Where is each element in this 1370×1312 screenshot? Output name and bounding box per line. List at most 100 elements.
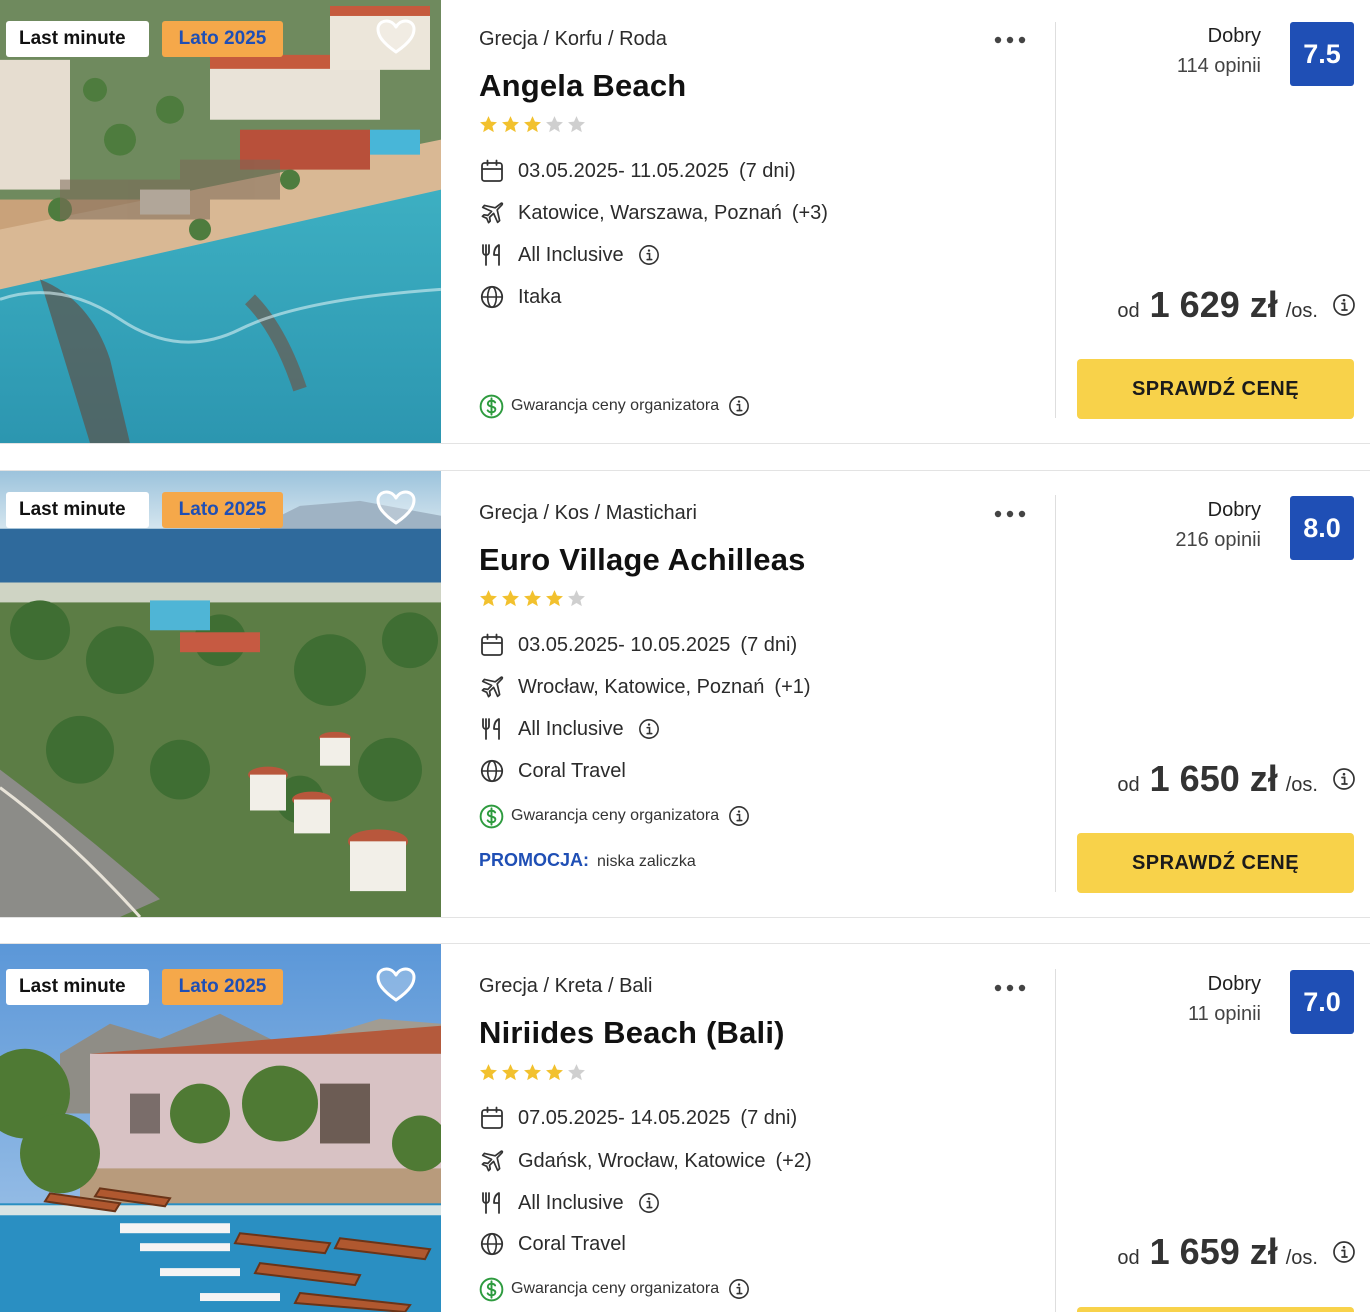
info-icon[interactable] xyxy=(1332,767,1356,791)
breadcrumb: Grecja / Korfu / Roda xyxy=(479,28,667,51)
heart-icon[interactable] xyxy=(376,967,416,1003)
price-amount: 1 659 zł xyxy=(1149,1231,1278,1272)
hotel-name[interactable]: Niriides Beach (Bali) xyxy=(479,1015,785,1051)
departures-more[interactable]: (+3) xyxy=(792,202,828,225)
star-filled-icon xyxy=(501,1063,520,1082)
breadcrumb-region[interactable]: Kos xyxy=(555,502,589,524)
review-rating[interactable]: Dobry 114 opinii 7.5 xyxy=(1104,22,1354,86)
more-options-icon[interactable] xyxy=(993,34,1027,46)
cutlery-icon xyxy=(479,1190,505,1216)
breadcrumb-separator: / xyxy=(543,28,550,50)
breadcrumb-city[interactable]: Mastichari xyxy=(606,502,697,524)
tour-operator: Coral Travel xyxy=(518,1232,626,1255)
hotel-photo[interactable]: Last minute Lato 2025 xyxy=(0,0,441,443)
season-badge: Lato 2025 xyxy=(162,492,283,528)
review-count[interactable]: 11 opinii xyxy=(1188,1003,1261,1026)
star-filled-icon xyxy=(545,1063,564,1082)
check-price-button[interactable] xyxy=(1077,1307,1354,1312)
review-rating[interactable]: Dobry 11 opinii 7.0 xyxy=(1104,970,1354,1034)
rating-label: Dobry xyxy=(1207,973,1261,995)
globe-icon xyxy=(479,1231,505,1257)
star-empty-icon xyxy=(567,1063,586,1082)
star-filled-icon xyxy=(523,1063,542,1082)
hotel-name[interactable]: Euro Village Achilleas xyxy=(479,542,806,578)
hotel-name[interactable]: Angela Beach xyxy=(479,68,686,104)
price-suffix: /os. xyxy=(1285,1247,1318,1269)
price-prefix: od xyxy=(1117,1247,1140,1269)
rating-score: 7.0 xyxy=(1290,970,1354,1034)
breadcrumb-country[interactable]: Grecja xyxy=(479,975,538,997)
price-guarantee: Gwarancja ceny organizatora xyxy=(479,803,750,829)
info-icon[interactable] xyxy=(1332,1240,1356,1264)
info-icon[interactable] xyxy=(728,1278,750,1300)
rating-label: Dobry xyxy=(1207,25,1261,47)
hotel-photo[interactable]: Last minute Lato 2025 xyxy=(0,471,441,917)
review-count[interactable]: 114 opinii xyxy=(1177,55,1261,78)
star-filled-icon xyxy=(523,589,542,608)
board-type: All Inclusive xyxy=(518,717,624,740)
departure-airports: Wrocław, Katowice, Poznań xyxy=(518,675,765,698)
offer-card[interactable]: Last minute Lato 2025 Grecja / Korfu / R… xyxy=(0,0,1370,444)
info-icon[interactable] xyxy=(638,1192,660,1214)
dollar-circle-icon xyxy=(479,1277,504,1302)
breadcrumb-region[interactable]: Korfu xyxy=(555,28,603,50)
breadcrumb-city[interactable]: Bali xyxy=(619,975,652,997)
breadcrumb-region[interactable]: Kreta xyxy=(555,975,603,997)
offer-card[interactable]: Last minute Lato 2025 Grecja / Kreta / B… xyxy=(0,943,1370,1312)
star-filled-icon xyxy=(479,589,498,608)
hotel-photo[interactable]: Last minute Lato 2025 xyxy=(0,944,441,1312)
star-empty-icon xyxy=(545,115,564,134)
promotion-label: PROMOCJA: xyxy=(479,850,590,870)
breadcrumb-city[interactable]: Roda xyxy=(619,28,667,50)
departures-row: Katowice, Warszawa, Poznań (+3) xyxy=(479,199,828,227)
review-count[interactable]: 216 opinii xyxy=(1175,529,1261,552)
airplane-icon xyxy=(479,674,505,700)
dollar-circle-icon xyxy=(479,804,504,829)
price-prefix: od xyxy=(1117,774,1140,796)
info-icon[interactable] xyxy=(728,395,750,417)
more-options-icon[interactable] xyxy=(993,982,1027,994)
airplane-icon xyxy=(479,200,505,226)
guarantee-text: Gwarancja ceny organizatora xyxy=(511,807,720,824)
breadcrumb-separator: / xyxy=(543,502,550,524)
offer-card[interactable]: Last minute Lato 2025 Grecja / Kos / Mas… xyxy=(0,470,1370,918)
globe-icon xyxy=(479,284,505,310)
last-minute-badge: Last minute xyxy=(6,969,149,1005)
tour-operator: Itaka xyxy=(518,285,562,308)
check-price-button[interactable]: SPRAWDŹ CENĘ xyxy=(1077,359,1354,419)
season-badge: Lato 2025 xyxy=(162,21,283,57)
breadcrumb-country[interactable]: Grecja xyxy=(479,28,538,50)
more-options-icon[interactable] xyxy=(993,508,1027,520)
review-rating[interactable]: Dobry 216 opinii 8.0 xyxy=(1104,496,1354,560)
departures-more[interactable]: (+2) xyxy=(776,1150,812,1173)
star-empty-icon xyxy=(567,589,586,608)
departures-row: Wrocław, Katowice, Poznań (+1) xyxy=(479,673,811,701)
dates-row: 03.05.2025- 11.05.2025 (7 dni) xyxy=(479,157,796,185)
dollar-circle-icon xyxy=(479,394,504,419)
rating-score: 8.0 xyxy=(1290,496,1354,560)
offer-info: Grecja / Korfu / Roda Angela Beach 03.05… xyxy=(479,0,1039,443)
guarantee-text: Gwarancja ceny organizatora xyxy=(511,1280,720,1297)
info-icon[interactable] xyxy=(728,805,750,827)
guarantee-text: Gwarancja ceny organizatora xyxy=(511,397,720,414)
heart-icon[interactable] xyxy=(376,490,416,526)
star-rating xyxy=(479,1063,586,1083)
divider xyxy=(1055,969,1056,1312)
check-price-button[interactable]: SPRAWDŹ CENĘ xyxy=(1077,833,1354,893)
heart-icon[interactable] xyxy=(376,19,416,55)
hotel-image xyxy=(0,0,441,443)
hotel-image xyxy=(0,471,441,917)
price: od 1 629 zł /os. xyxy=(1117,284,1356,326)
board-row: All Inclusive xyxy=(479,1189,660,1217)
breadcrumb: Grecja / Kos / Mastichari xyxy=(479,502,697,525)
operator-row: Coral Travel xyxy=(479,757,626,785)
calendar-icon xyxy=(479,1105,505,1131)
last-minute-badge: Last minute xyxy=(6,492,149,528)
breadcrumb-country[interactable]: Grecja xyxy=(479,502,538,524)
departures-more[interactable]: (+1) xyxy=(774,676,810,699)
travel-dates: 07.05.2025- 14.05.2025 xyxy=(518,1106,731,1129)
info-icon[interactable] xyxy=(638,718,660,740)
info-icon[interactable] xyxy=(1332,293,1356,317)
rating-score: 7.5 xyxy=(1290,22,1354,86)
info-icon[interactable] xyxy=(638,244,660,266)
